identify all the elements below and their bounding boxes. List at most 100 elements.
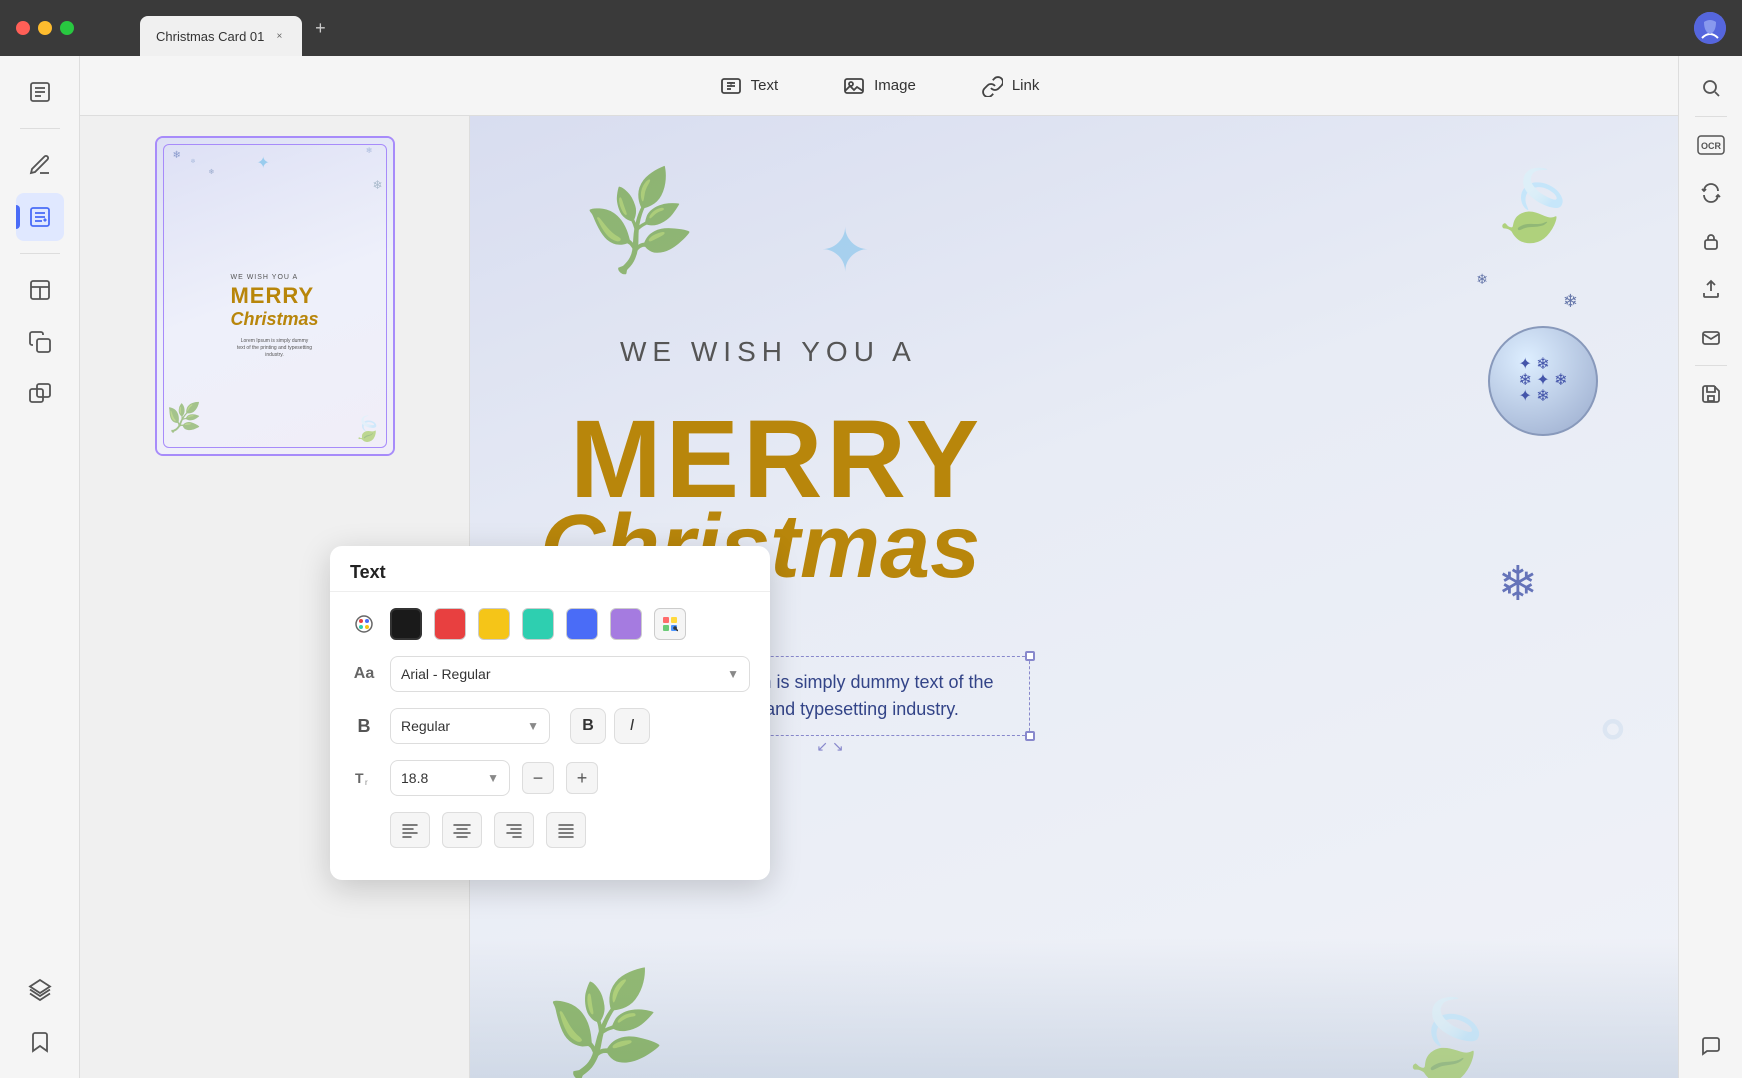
bold-label: B <box>582 717 594 735</box>
lock-icon[interactable] <box>1691 221 1731 261</box>
svg-text:T: T <box>355 770 364 786</box>
font-weight-row: B Regular ▼ B I <box>350 708 750 744</box>
svg-text:OCR: OCR <box>1701 141 1722 151</box>
font-weight-select[interactable]: Regular ▼ <box>390 708 550 744</box>
font-size-row: T r 18.8 ▼ − + <box>350 760 750 796</box>
thumb-merry: MERRY <box>230 283 318 309</box>
increase-size-button[interactable]: + <box>566 762 598 794</box>
export-icon[interactable] <box>1691 269 1731 309</box>
text-panel: Text <box>330 546 770 880</box>
sidebar-icon-text-edit[interactable] <box>16 193 64 241</box>
text-label: Text <box>751 77 779 94</box>
color-swatch-red[interactable] <box>434 608 466 640</box>
color-swatch-teal[interactable] <box>522 608 554 640</box>
thumb-content: ❄ ❄ ❄ ❄ ✦ 🌿 🍃 ❄ WE WISH YOU A MERRY <box>157 138 393 454</box>
mail-icon[interactable] <box>1691 317 1731 357</box>
ornament: ✦ ❄❄ ✦ ❄✦ ❄ <box>1488 326 1598 436</box>
link-label: Link <box>1012 77 1040 94</box>
font-family-row: Aa Arial - Regular ▼ <box>350 656 750 692</box>
tab-title: Christmas Card 01 <box>156 29 264 44</box>
handle-tr[interactable] <box>1025 651 1035 661</box>
toolbar-text-button[interactable]: T Text <box>703 66 795 106</box>
sidebar-icon-book[interactable] <box>16 68 64 116</box>
main-layout: T Text Image <box>0 56 1742 1078</box>
color-swatch-blue[interactable] <box>566 608 598 640</box>
save-icon[interactable] <box>1691 374 1731 414</box>
font-family-select[interactable]: Arial - Regular ▼ <box>390 656 750 692</box>
sidebar-divider-1 <box>20 128 60 129</box>
size-arrow: ▼ <box>487 771 499 785</box>
close-button[interactable] <box>16 21 30 35</box>
sidebar-divider-2 <box>20 253 60 254</box>
top-toolbar: T Text Image <box>80 56 1678 116</box>
panel-title: Text <box>350 562 386 582</box>
font-size-value: 18.8 <box>401 770 428 786</box>
maximize-button[interactable] <box>60 21 74 35</box>
content-area: T Text Image <box>80 56 1678 1078</box>
font-family-value: Arial - Regular <box>401 666 490 682</box>
minimize-button[interactable] <box>38 21 52 35</box>
canvas-wish-text: WE WISH YOU A <box>620 336 917 368</box>
replace-icon[interactable] <box>1691 173 1731 213</box>
svg-text:T: T <box>728 82 733 89</box>
font-select-arrow: ▼ <box>727 667 739 681</box>
align-icon-placeholder <box>350 816 378 844</box>
left-sidebar <box>0 56 80 1078</box>
text-icon: T <box>719 74 743 98</box>
sidebar-icon-copy[interactable] <box>16 318 64 366</box>
color-swatch-purple[interactable] <box>610 608 642 640</box>
align-left-button[interactable] <box>390 812 430 848</box>
avatar <box>1694 12 1726 44</box>
color-swatch-black[interactable] <box>390 608 422 640</box>
palette-icon <box>350 610 378 638</box>
sidebar-icon-pen[interactable] <box>16 141 64 189</box>
color-swatch-yellow[interactable] <box>478 608 510 640</box>
panel-body: Aa Arial - Regular ▼ B Regular <box>330 592 770 880</box>
right-sidebar: OCR <box>1678 56 1742 1078</box>
search-icon[interactable] <box>1691 68 1731 108</box>
sidebar-icon-layers[interactable] <box>16 966 64 1014</box>
alignment-row <box>350 812 750 848</box>
ocr-button[interactable]: OCR <box>1691 125 1731 165</box>
tab-close-button[interactable]: × <box>272 29 286 43</box>
align-center-button[interactable] <box>442 812 482 848</box>
decrease-size-button[interactable]: − <box>522 762 554 794</box>
sidebar-icon-duplicate[interactable] <box>16 370 64 418</box>
right-divider-1 <box>1695 116 1727 117</box>
tab-christmas-card[interactable]: Christmas Card 01 × <box>140 16 302 56</box>
add-tab-button[interactable]: + <box>306 14 334 42</box>
font-weight-value: Regular <box>401 718 450 734</box>
panel-header: Text <box>330 546 770 592</box>
thumb-lorem: Lorem Ipsum is simply dummytext of the p… <box>230 338 318 359</box>
italic-label: I <box>630 717 634 735</box>
right-divider-2 <box>1695 365 1727 366</box>
font-size-icon: T r <box>350 764 378 792</box>
thumb-christmas: Christmas <box>230 309 318 330</box>
align-right-button[interactable] <box>494 812 534 848</box>
toolbar-link-button[interactable]: Link <box>964 66 1056 106</box>
sidebar-icon-bookmark[interactable] <box>16 1018 64 1066</box>
link-icon <box>980 74 1004 98</box>
tab-bar: Christmas Card 01 × + <box>140 0 334 56</box>
image-icon <box>842 74 866 98</box>
window-controls <box>16 21 74 35</box>
bold-button[interactable]: B <box>570 708 606 744</box>
titlebar: Christmas Card 01 × + <box>0 0 1742 56</box>
svg-text:r: r <box>365 778 368 787</box>
weight-arrow: ▼ <box>527 719 539 733</box>
italic-button[interactable]: I <box>614 708 650 744</box>
color-more-button[interactable] <box>654 608 686 640</box>
comment-icon[interactable] <box>1691 1026 1731 1066</box>
toolbar-image-button[interactable]: Image <box>826 66 932 106</box>
thumb-wish-text: WE WISH YOU A <box>230 274 318 281</box>
thumbnail-card[interactable]: ❄ ❄ ❄ ❄ ✦ 🌿 🍃 ❄ WE WISH YOU A MERRY <box>155 136 395 456</box>
resize-arrow[interactable]: ↙ ↘ <box>816 738 843 755</box>
image-label: Image <box>874 77 916 94</box>
font-icon: Aa <box>350 660 378 688</box>
align-justify-button[interactable] <box>546 812 586 848</box>
color-row <box>350 608 750 640</box>
handle-br[interactable] <box>1025 731 1035 741</box>
sidebar-icon-template[interactable] <box>16 266 64 314</box>
font-size-input[interactable]: 18.8 ▼ <box>390 760 510 796</box>
editor-area: ❄ ❄ ❄ ❄ ✦ 🌿 🍃 ❄ WE WISH YOU A MERRY <box>80 116 1678 1078</box>
